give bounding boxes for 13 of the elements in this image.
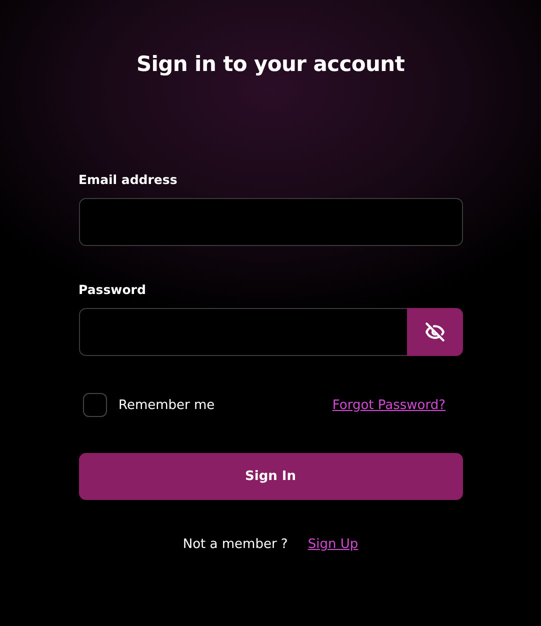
checkbox-label: Remember me [118,398,215,412]
forgot-password-link[interactable]: Forgot Password? [332,398,446,412]
footer-text: Not a member ? [182,537,288,552]
sign-in-button[interactable]: Sign In [78,453,462,500]
page-title: Sign in to your account [136,52,405,76]
toggle-visibility-button[interactable] [406,308,462,356]
email-field[interactable] [78,198,462,246]
remember-checkbox[interactable] [82,393,106,417]
field-label: Password [78,282,147,297]
password-field[interactable] [78,308,406,356]
eye-off-icon [424,322,444,342]
field-label: Email address [78,172,178,187]
sign-up-link[interactable]: Sign Up [308,537,358,552]
